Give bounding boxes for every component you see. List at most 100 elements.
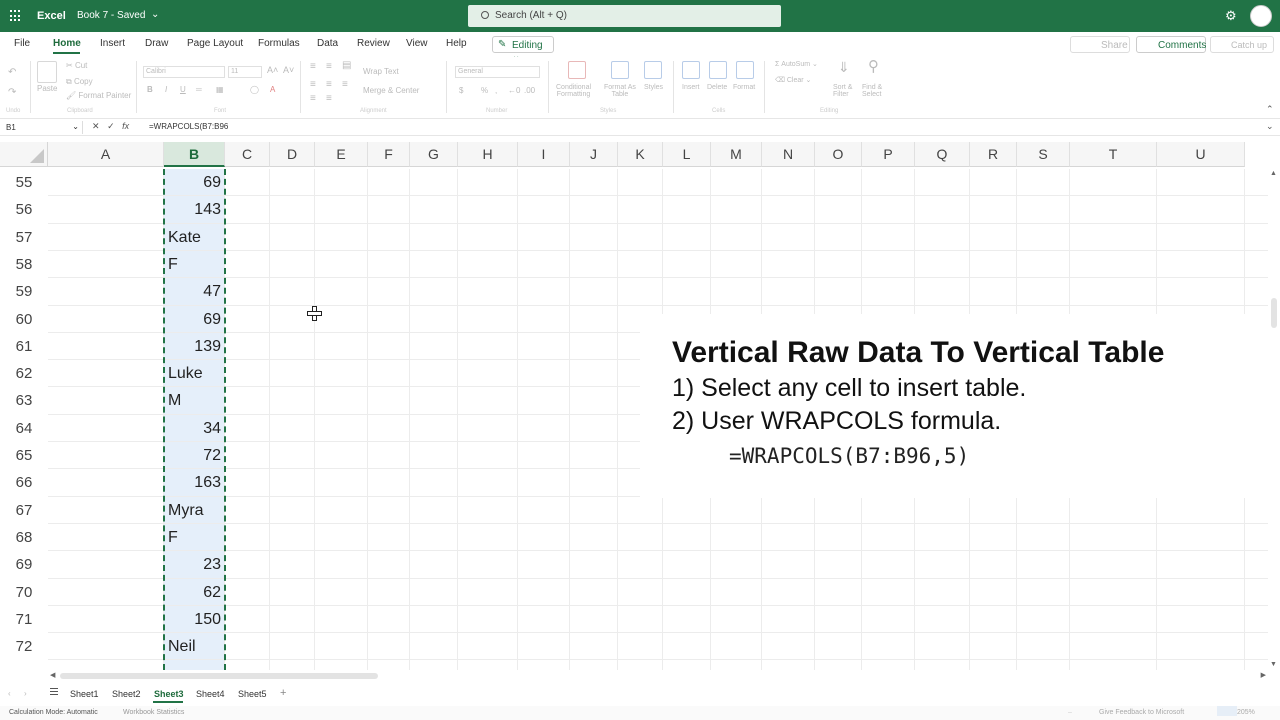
number-format-select[interactable]: General bbox=[455, 66, 540, 78]
currency-button[interactable]: $ bbox=[459, 86, 463, 95]
decrease-decimal-icon[interactable]: .00 bbox=[524, 86, 535, 95]
row-header[interactable]: 70 bbox=[0, 584, 48, 601]
sort-filter-button[interactable]: Sort & Filter bbox=[833, 84, 852, 98]
all-sheets-icon[interactable] bbox=[50, 688, 58, 697]
scroll-right-icon[interactable]: ▶ bbox=[1261, 671, 1266, 679]
catch-up-button[interactable]: Catch up bbox=[1210, 36, 1274, 53]
copy-button[interactable]: ⧉ Copy bbox=[66, 77, 93, 87]
chevron-down-icon[interactable]: ⌄ bbox=[151, 9, 159, 20]
delete-cells-icon[interactable] bbox=[709, 61, 727, 79]
tab-formulas[interactable]: Formulas bbox=[258, 38, 300, 49]
column-header-e[interactable]: E bbox=[315, 142, 368, 167]
column-header-h[interactable]: H bbox=[458, 142, 518, 167]
column-header-r[interactable]: R bbox=[970, 142, 1017, 167]
increase-font-icon[interactable]: A˄ bbox=[267, 65, 278, 75]
format-cells-button[interactable]: Format bbox=[733, 84, 755, 91]
function-icon[interactable]: fx bbox=[122, 121, 129, 131]
bold-button[interactable]: B bbox=[147, 85, 153, 94]
strikethrough-icon[interactable]: ═ bbox=[196, 85, 202, 94]
column-header-q[interactable]: Q bbox=[915, 142, 970, 167]
format-painter-button[interactable]: 🖌 Format Painter bbox=[66, 91, 131, 100]
zoom-slider[interactable] bbox=[1217, 706, 1237, 716]
feedback-link[interactable]: Give Feedback to Microsoft bbox=[1099, 709, 1184, 716]
cell-styles-icon[interactable] bbox=[644, 61, 662, 79]
decrease-indent-icon[interactable]: ≡ bbox=[310, 93, 316, 104]
column-header-p[interactable]: P bbox=[862, 142, 915, 167]
column-header-k[interactable]: K bbox=[618, 142, 663, 167]
tab-file[interactable]: File bbox=[14, 38, 30, 49]
font-size-select[interactable]: 11 bbox=[228, 66, 262, 78]
column-header-j[interactable]: J bbox=[570, 142, 618, 167]
row-header[interactable]: 59 bbox=[0, 283, 48, 300]
scroll-left-icon[interactable]: ◀ bbox=[50, 671, 55, 679]
column-header-s[interactable]: S bbox=[1017, 142, 1070, 167]
row-header[interactable]: 72 bbox=[0, 638, 48, 655]
percent-button[interactable]: % bbox=[481, 86, 488, 95]
sort-filter-icon[interactable]: ⇓ bbox=[838, 59, 850, 76]
tab-review[interactable]: Review bbox=[357, 38, 390, 49]
row-header[interactable]: 55 bbox=[0, 174, 48, 191]
format-cells-icon[interactable] bbox=[736, 61, 754, 79]
undo-icon[interactable]: ↶ bbox=[8, 67, 16, 78]
find-select-icon[interactable]: ⚲ bbox=[868, 57, 879, 75]
column-header-c[interactable]: C bbox=[225, 142, 270, 167]
scroll-up-icon[interactable]: ▲ bbox=[1270, 170, 1277, 177]
column-header-g[interactable]: G bbox=[410, 142, 458, 167]
merge-center-button[interactable]: Merge & Center bbox=[363, 86, 419, 95]
delete-cells-button[interactable]: Delete bbox=[707, 84, 727, 91]
row-header[interactable]: 56 bbox=[0, 201, 48, 218]
increase-decimal-icon[interactable]: ←0 bbox=[508, 86, 520, 95]
cell-styles-button[interactable]: Styles bbox=[644, 84, 663, 91]
align-center-icon[interactable]: ≡ bbox=[326, 79, 332, 90]
formula-input[interactable]: =WRAPCOLS(B7:B96 bbox=[149, 122, 228, 131]
align-left-icon[interactable]: ≡ bbox=[310, 79, 316, 90]
comma-style-icon[interactable]: , bbox=[495, 86, 497, 95]
editing-mode-button[interactable]: ✎ Editing ⌄ bbox=[492, 36, 554, 62]
tab-page-layout[interactable]: Page Layout bbox=[187, 38, 243, 49]
select-all-button[interactable] bbox=[0, 142, 48, 167]
column-header-m[interactable]: M bbox=[711, 142, 762, 167]
gear-icon[interactable]: ⚙ bbox=[1225, 8, 1237, 24]
workbook-statistics-button[interactable]: Workbook Statistics bbox=[123, 709, 184, 716]
sheet-tab-2[interactable]: Sheet2 bbox=[112, 689, 141, 699]
tab-insert[interactable]: Insert bbox=[100, 38, 125, 49]
comments-button[interactable]: Comments bbox=[1136, 36, 1206, 53]
italic-button[interactable]: I bbox=[165, 85, 167, 94]
vertical-scroll-thumb[interactable] bbox=[1271, 298, 1277, 328]
fill-color-icon[interactable]: ◯ bbox=[250, 85, 259, 94]
column-header-i[interactable]: I bbox=[518, 142, 570, 167]
redo-icon[interactable]: ↷ bbox=[8, 87, 16, 98]
format-as-table-button[interactable]: Format As Table bbox=[604, 84, 636, 98]
row-header[interactable]: 62 bbox=[0, 365, 48, 382]
find-select-button[interactable]: Find & Select bbox=[862, 84, 882, 98]
font-color-icon[interactable]: A bbox=[270, 85, 275, 94]
format-as-table-icon[interactable] bbox=[611, 61, 629, 79]
name-box[interactable]: B1 ⌄ bbox=[3, 121, 83, 134]
next-sheet-icon[interactable]: › bbox=[24, 689, 27, 698]
tab-data[interactable]: Data bbox=[317, 38, 338, 49]
enter-icon[interactable]: ✓ bbox=[107, 121, 115, 131]
column-header-u[interactable]: U bbox=[1157, 142, 1245, 167]
insert-cells-icon[interactable] bbox=[682, 61, 700, 79]
column-header-d[interactable]: D bbox=[270, 142, 315, 167]
column-header-n[interactable]: N bbox=[762, 142, 815, 167]
clear-button[interactable]: ⌫ Clear ⌄ bbox=[775, 76, 811, 84]
sheet-tab-1[interactable]: Sheet1 bbox=[70, 689, 99, 699]
prev-sheet-icon[interactable]: ‹ bbox=[8, 689, 11, 698]
column-header-t[interactable]: T bbox=[1070, 142, 1157, 167]
row-header[interactable]: 61 bbox=[0, 338, 48, 355]
cancel-icon[interactable]: ✕ bbox=[92, 121, 100, 131]
decrease-font-icon[interactable]: A˅ bbox=[283, 65, 294, 75]
sheet-tab-5[interactable]: Sheet5 bbox=[238, 689, 267, 699]
avatar[interactable] bbox=[1250, 5, 1272, 27]
row-header[interactable]: 67 bbox=[0, 502, 48, 519]
row-header[interactable]: 64 bbox=[0, 420, 48, 437]
app-launcher-icon[interactable] bbox=[10, 10, 22, 22]
row-header[interactable]: 69 bbox=[0, 556, 48, 573]
cut-button[interactable]: ✂ Cut bbox=[66, 61, 87, 70]
paste-icon[interactable] bbox=[37, 61, 57, 83]
share-button[interactable]: Share bbox=[1070, 36, 1130, 53]
bottom-align-icon[interactable]: ▤ bbox=[342, 60, 351, 71]
align-right-icon[interactable]: ≡ bbox=[342, 79, 348, 90]
row-header[interactable]: 66 bbox=[0, 474, 48, 491]
